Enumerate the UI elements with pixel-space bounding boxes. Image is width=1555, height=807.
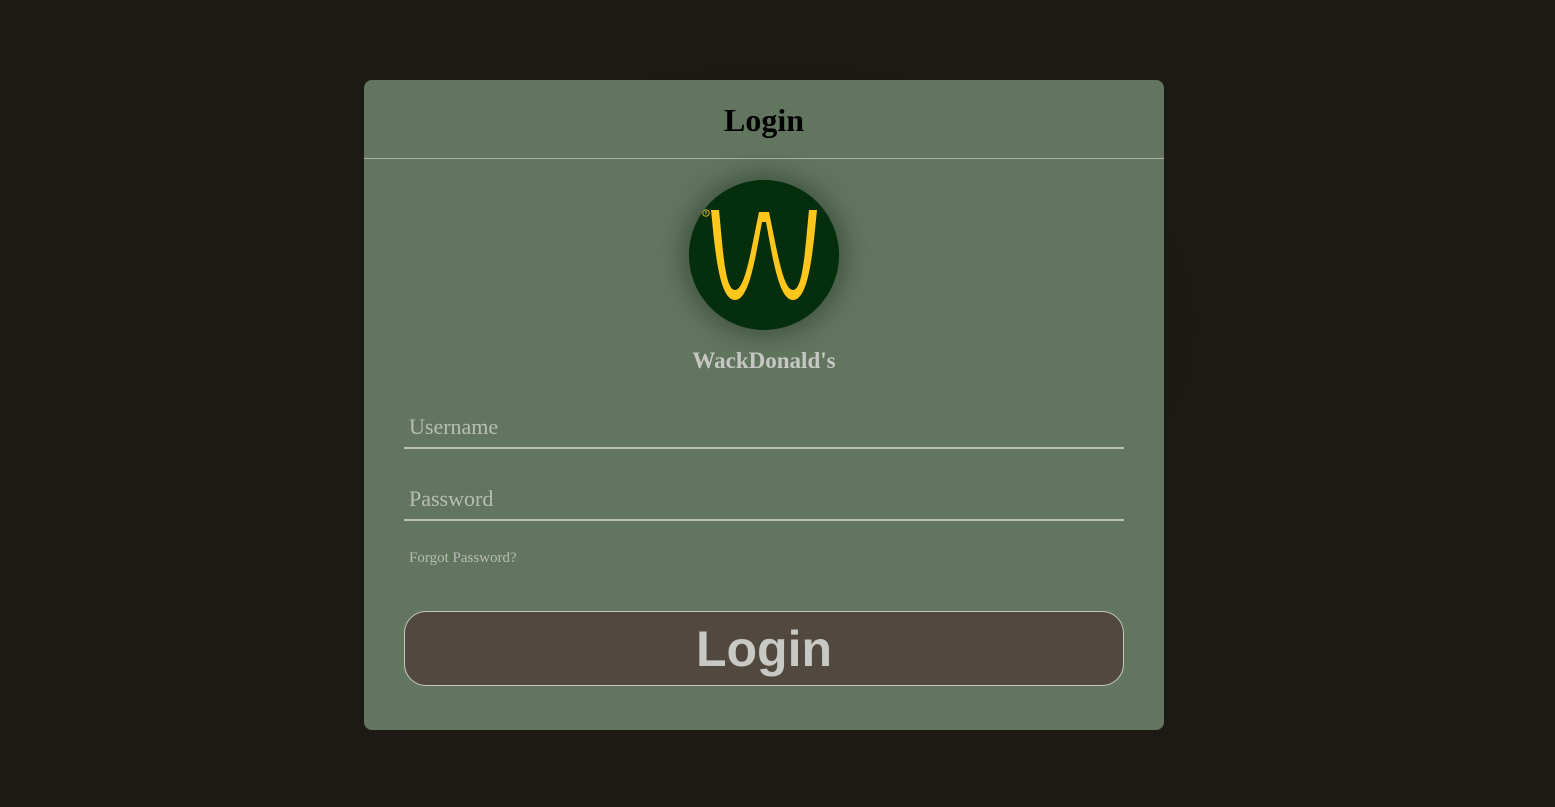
username-input[interactable] bbox=[404, 407, 1124, 447]
password-input[interactable] bbox=[404, 479, 1124, 519]
username-field bbox=[404, 407, 1124, 449]
login-card: Login R WackDonald's Forgot Password? Lo… bbox=[364, 80, 1164, 730]
login-button[interactable]: Login bbox=[404, 611, 1124, 686]
card-header: Login bbox=[364, 80, 1164, 159]
password-field bbox=[404, 479, 1124, 521]
svg-text:R: R bbox=[705, 211, 708, 216]
brand-logo: R bbox=[689, 180, 839, 330]
page-title: Login bbox=[723, 102, 805, 138]
brand-name: WackDonald's bbox=[692, 348, 836, 373]
logo-w-icon: R bbox=[689, 180, 839, 330]
forgot-password-link[interactable]: Forgot Password? bbox=[409, 550, 517, 567]
